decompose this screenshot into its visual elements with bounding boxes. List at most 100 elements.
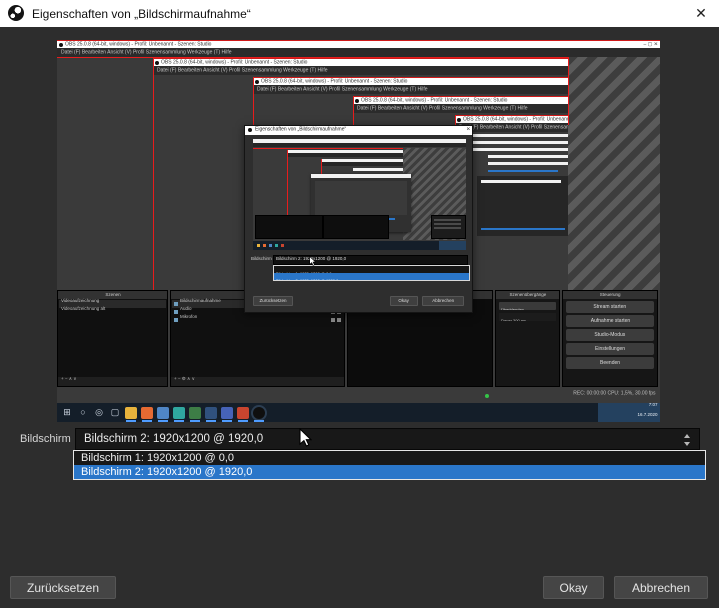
app-icon-green: [189, 407, 201, 419]
controls-dock-button: Einstellungen: [566, 343, 654, 355]
recursion-highlight: [481, 228, 565, 230]
status-dot-icon: [485, 394, 489, 398]
app-icon-blue: [221, 407, 233, 419]
capture-border-line: [153, 58, 154, 290]
nested-cancel-button: Abbrechen: [422, 296, 464, 306]
search-icon: ○: [77, 407, 89, 419]
explorer-icon: [125, 407, 137, 419]
app-icon-red: [237, 407, 249, 419]
captured-window-title: OBS 25.0.8 (64-bit, windows) - Profil: U…: [65, 42, 211, 47]
mini-task-icon: [257, 244, 260, 247]
mini-dock: [255, 215, 323, 239]
obs-logo-icon: [355, 99, 359, 103]
clock-time: 7:07: [648, 403, 657, 408]
source-type-icon: [174, 318, 178, 322]
mini-task-icon: [269, 244, 272, 247]
recursion-stripe: [488, 155, 568, 158]
windows-taskbar: ⊞○◎▢ 7:07 16.7.2020: [57, 403, 660, 422]
mouse-cursor: [299, 428, 312, 447]
cancel-button[interactable]: Abbrechen: [614, 576, 708, 599]
mini-clock: [439, 241, 466, 250]
task-view-icon: ▢: [109, 407, 121, 419]
obs-logo-icon: [248, 128, 252, 132]
sources-dock-toolbar: + − ⚙ ∧ ∨: [171, 377, 344, 386]
nested-close-icon: ✕: [466, 127, 470, 132]
micro-dialog-titlebar: [311, 174, 411, 178]
dialog-titlebar: Eigenschaften von „Bildschirmaufnahme“ ✕: [0, 0, 719, 27]
controls-dock: Steuerung Stream starten Aufnahme starten…: [562, 290, 658, 387]
dialog-title: Eigenschaften von „Bildschirmaufnahme“: [32, 7, 251, 21]
controls-dock-header: Steuerung: [563, 291, 657, 299]
obs-status-bar: REC: 00:00:00 CPU: 1,5%, 30.00 fps: [485, 391, 656, 401]
transitions-dock-header: Szenenübergänge: [496, 291, 559, 299]
app-icon-teal: [173, 407, 185, 419]
transition-combo: Überblenden: [499, 302, 556, 310]
obs-logo-icon: [457, 118, 461, 122]
obs-logo-icon: [8, 5, 24, 21]
nested-properties-dialog: Eigenschaften von „Bildschirmaufnahme“ ✕: [244, 125, 473, 313]
obs-logo-icon: [255, 80, 259, 84]
recursion-highlight: [488, 170, 558, 172]
recursion-menubar: [253, 143, 466, 147]
controls-dock-button: Aufnahme starten: [566, 315, 654, 327]
combo-chevron-icon: [683, 433, 691, 447]
ok-button[interactable]: Okay: [543, 576, 604, 599]
scene-row: Videoaufzeichnung alt: [59, 308, 166, 316]
recursion-stripe: [488, 162, 568, 165]
mini-taskbar: [253, 241, 466, 250]
recursion-stripe: [481, 180, 561, 183]
out-of-bounds-hatch: [568, 57, 660, 290]
source-type-icon: [174, 310, 178, 314]
nested-field-label: Bildschirm: [251, 257, 272, 262]
visibility-lock-icons: [331, 318, 341, 322]
obs-logo-icon: [59, 43, 63, 47]
nested-capture-preview: [253, 139, 466, 250]
mini-dock-row: [434, 227, 461, 229]
mini-task-icon: [275, 244, 278, 247]
menu-bar-text: Datei (F) Bearbeiten Ansicht (V) Profil …: [61, 50, 232, 55]
people-icon: [157, 407, 169, 419]
capture-border-line: [455, 115, 456, 125]
capture-border-line: [353, 96, 354, 125]
display-options-list: Bildschirm 1: 1920x1200 @ 0,0Bildschirm …: [73, 450, 706, 480]
display-option[interactable]: Bildschirm 2: 1920x1200 @ 1920,0: [74, 465, 705, 479]
capture-border-line: [568, 57, 569, 125]
close-button[interactable]: ✕: [688, 3, 714, 23]
capture-border-line: [253, 77, 254, 125]
recursion-menubar: [287, 153, 403, 157]
transitions-dock: Szenenübergänge Überblenden Dauer 300 ms: [495, 290, 560, 387]
mini-dock-row: [434, 223, 461, 225]
captured-menu-bar: Datei (F) Bearbeiten Ansicht (V) Profil …: [57, 48, 660, 57]
obs-icon: [253, 407, 265, 419]
clock-date: 16.7.2020: [637, 413, 657, 418]
source-type-icon: [174, 302, 178, 306]
display-option[interactable]: Bildschirm 1: 1920x1200 @ 0,0: [74, 451, 705, 465]
taskbar-clock: 7:07 16.7.2020: [598, 403, 660, 422]
app-icon-darkblue: [205, 407, 217, 419]
capture-preview: OBS 25.0.8 (64-bit, windows) - Profil: U…: [57, 40, 660, 422]
source-row: Mikrofon: [172, 316, 343, 324]
display-combo-box[interactable]: Bildschirm 2: 1920x1200 @ 1920,0: [75, 428, 700, 450]
controls-dock-button: Beenden: [566, 357, 654, 369]
reset-button[interactable]: Zurücksetzen: [10, 576, 116, 599]
mini-task-icon: [263, 244, 266, 247]
start-icon: ⊞: [61, 407, 73, 419]
captured-menu-bar: Datei (F) Bearbeiten Ansicht (V) Profil …: [153, 66, 568, 75]
scenes-dock: Szenen VideoaufzeichnungVideoaufzeichnun…: [57, 290, 168, 387]
mini-task-icon: [281, 244, 284, 247]
recursion-menubar: [321, 162, 403, 166]
transition-duration: Dauer 300 ms: [499, 313, 556, 321]
recursion-stripe: [353, 168, 403, 171]
micro-preview: [315, 181, 407, 215]
controls-dock-button: Stream starten: [566, 301, 654, 313]
nested-options-list: Bildschirm 1: 1920x1200 @ 0,0 Bildschirm…: [273, 265, 470, 281]
mini-dock-row: [434, 219, 461, 221]
nested-reset-button: Zurücksetzen: [253, 296, 293, 306]
recursion-window-body: [477, 176, 568, 236]
obs-logo-icon: [155, 61, 159, 65]
nested-ok-button: Okay: [390, 296, 418, 306]
captured-menu-bar: Datei (F) Bearbeiten Ansicht (V) Profil …: [353, 104, 568, 113]
nested-dialog-titlebar: Eigenschaften von „Bildschirmaufnahme“ ✕: [245, 126, 472, 135]
scenes-dock-toolbar: + − ∧ ∨: [58, 377, 167, 386]
captured-menu-bar: Datei (F) Bearbeiten Ansicht (V) Profil …: [253, 85, 568, 94]
